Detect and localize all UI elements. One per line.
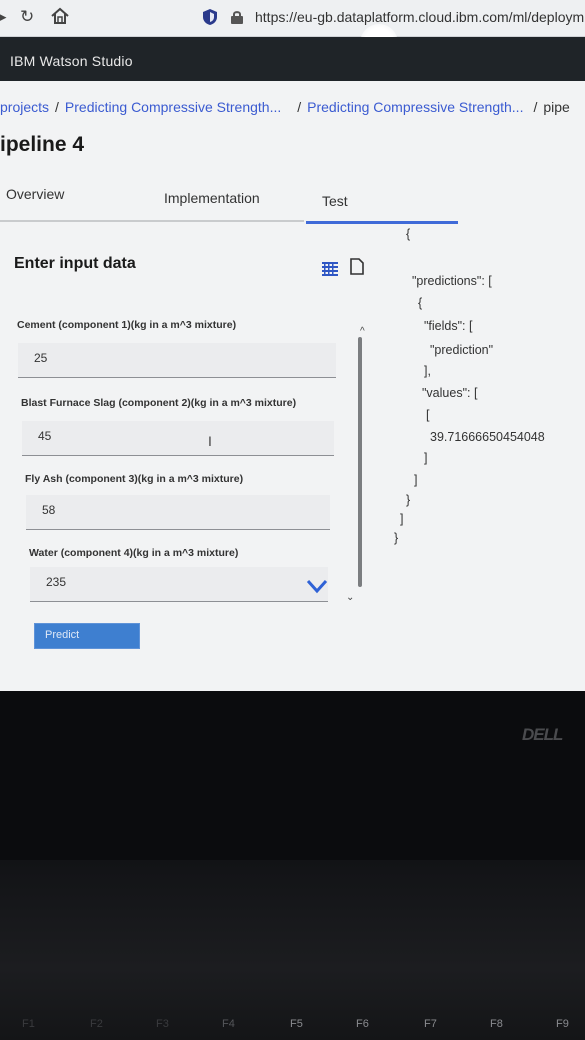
slag-label: Blast Furnace Slag (component 2)(kg in a… xyxy=(21,397,297,409)
slag-value: 45 xyxy=(38,429,52,443)
keyboard xyxy=(0,860,585,1040)
address-bar[interactable]: https://eu-gb.dataplatform.cloud.ibm.com… xyxy=(198,6,585,30)
flyash-value: 58 xyxy=(42,503,56,517)
breadcrumb-projects[interactable]: projects xyxy=(0,99,49,115)
json-line: } xyxy=(406,493,411,507)
breadcrumb-project[interactable]: Predicting Compressive Strength... xyxy=(65,99,281,115)
home-icon[interactable] xyxy=(50,6,70,26)
breadcrumb-separator: / xyxy=(533,99,538,115)
water-value: 235 xyxy=(46,575,67,589)
json-line: "fields": [ xyxy=(424,319,473,333)
json-line: { xyxy=(406,227,411,241)
water-input[interactable]: 235 xyxy=(30,567,328,602)
cement-value: 25 xyxy=(34,351,48,365)
key-f9: F9 xyxy=(556,1018,569,1030)
scroll-up-icon[interactable]: ^ xyxy=(360,326,365,337)
tab-implementation[interactable]: Implementation xyxy=(164,190,260,206)
slag-input[interactable]: 45 xyxy=(22,421,334,456)
scrollbar[interactable] xyxy=(358,337,362,587)
reload-icon[interactable]: ↻ xyxy=(20,7,34,27)
predict-label: Predict xyxy=(45,629,80,641)
key-f5: F5 xyxy=(290,1018,303,1030)
dell-logo: DELL xyxy=(522,725,563,744)
tab-overview[interactable]: Overview xyxy=(6,186,64,202)
tab-underline xyxy=(0,220,150,222)
browser-toolbar: ▸ ↻ https://eu-gb.dataplatform.cloud.ibm… xyxy=(0,0,585,37)
breadcrumb-separator: / xyxy=(297,99,302,115)
json-line: "predictions": [ xyxy=(412,274,492,288)
input-heading: Enter input data xyxy=(14,255,136,272)
url-text[interactable]: https://eu-gb.dataplatform.cloud.ibm.com… xyxy=(255,9,585,25)
key-f2: F2 xyxy=(90,1018,103,1030)
form-view-icon[interactable] xyxy=(322,261,338,277)
json-line: ] xyxy=(414,473,418,487)
breadcrumb: projects / Predicting Compressive Strength… xyxy=(0,99,570,115)
app-title[interactable]: IBM Watson Studio xyxy=(10,53,133,69)
json-line: ], xyxy=(424,364,431,378)
cement-input[interactable]: 25 xyxy=(18,343,336,378)
breadcrumb-separator: / xyxy=(55,99,59,115)
forward-icon[interactable]: ▸ xyxy=(0,7,7,27)
json-line: 39.71666650454048 xyxy=(430,430,545,444)
tab-underline xyxy=(150,220,304,222)
cement-label: Cement (component 1)(kg in a m^3 mixture… xyxy=(17,319,237,331)
json-line: "values": [ xyxy=(422,386,478,400)
key-f6: F6 xyxy=(356,1018,369,1030)
json-view-icon[interactable] xyxy=(350,258,364,275)
predict-button[interactable]: Predict xyxy=(34,623,140,649)
json-line: "prediction" xyxy=(430,343,494,357)
tab-test[interactable]: Test xyxy=(322,193,348,209)
json-line: ] xyxy=(400,512,404,526)
json-line: } xyxy=(394,531,399,545)
json-line: { xyxy=(418,296,423,310)
app-header: IBM Watson Studio xyxy=(0,37,585,81)
scroll-down-icon[interactable]: ⌄ xyxy=(346,592,354,603)
chevron-down-icon[interactable] xyxy=(306,578,328,594)
flyash-label: Fly Ash (component 3)(kg in a m^3 mixtur… xyxy=(25,473,244,485)
text-cursor-icon: I xyxy=(208,433,212,449)
breadcrumb-model[interactable]: Predicting Compressive Strength... xyxy=(307,99,523,115)
key-f4: F4 xyxy=(222,1018,235,1030)
breadcrumb-pipeline[interactable]: pipe xyxy=(543,99,569,115)
page-title: ipeline 4 xyxy=(0,133,85,156)
json-line: [ xyxy=(426,408,430,422)
key-f3: F3 xyxy=(156,1018,169,1030)
main-page: projects / Predicting Compressive Strength… xyxy=(0,81,585,691)
key-f7: F7 xyxy=(424,1018,437,1030)
lock-icon xyxy=(231,11,243,24)
water-label: Water (component 4)(kg in a m^3 mixture) xyxy=(29,547,239,559)
key-f1: F1 xyxy=(22,1018,35,1030)
shield-icon[interactable] xyxy=(202,8,218,26)
key-f8: F8 xyxy=(490,1018,503,1030)
flyash-input[interactable]: 58 xyxy=(26,495,330,530)
tab-active-indicator xyxy=(306,221,458,224)
json-line: ] xyxy=(424,451,428,465)
tab-bar: Overview Implementation Test xyxy=(0,184,585,226)
